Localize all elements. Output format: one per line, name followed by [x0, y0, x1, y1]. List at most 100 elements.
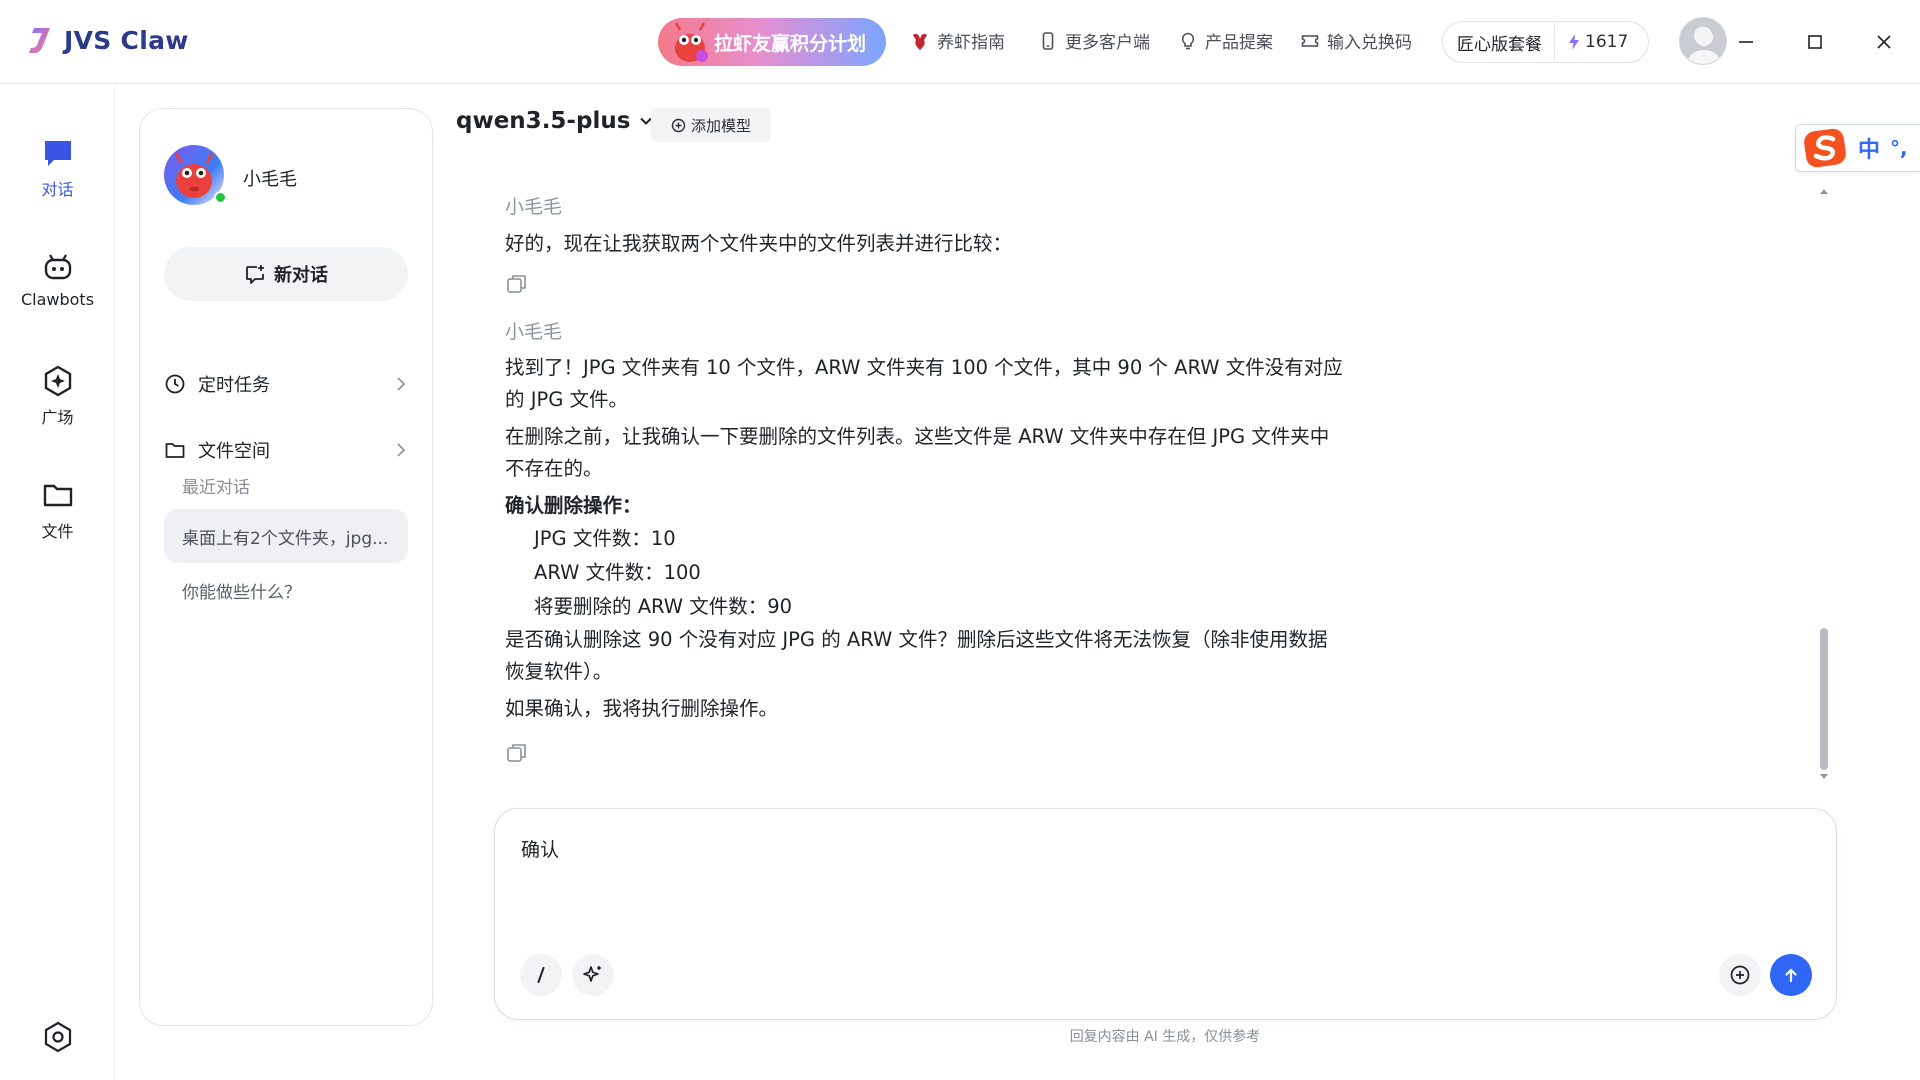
- slash-icon: [537, 967, 545, 983]
- message-sender: 小毛毛: [505, 321, 563, 343]
- minimize-icon: [1739, 41, 1753, 43]
- message-text: 是否确认删除这 90 个没有对应 JPG 的 ARW 文件？删除后这些文件将无法…: [505, 628, 1328, 651]
- maximize-button[interactable]: [1800, 27, 1830, 57]
- copy-icon[interactable]: [505, 741, 529, 765]
- recent-conversation-item[interactable]: 你能做些什么？: [164, 563, 408, 617]
- ime-language-toggle[interactable]: 中: [1858, 132, 1880, 164]
- message-text: 找到了！JPG 文件夹有 10 个文件，ARW 文件夹有 100 个文件，其中 …: [505, 356, 1343, 379]
- rail-item-clawbots[interactable]: Clawbots: [0, 250, 115, 309]
- lightning-icon: [1569, 34, 1579, 50]
- user-avatar-icon: [1688, 28, 1720, 64]
- shrimp-icon: [913, 33, 927, 50]
- message-text: 恢复软件）。: [505, 660, 613, 683]
- close-icon: [1877, 35, 1891, 49]
- add-model-label: 添加模型: [690, 116, 751, 135]
- nav-product-proposal[interactable]: 产品提案: [1178, 28, 1273, 53]
- message-text: 如果确认，我将执行删除操作。: [505, 697, 779, 720]
- nav-label: 产品提案: [1205, 33, 1273, 53]
- folder-icon: [165, 443, 185, 458]
- rail-label: 文件: [41, 522, 74, 541]
- rail-label: 对话: [41, 180, 74, 199]
- ai-disclaimer: 回复内容由 AI 生成，仅供参考: [1069, 1029, 1261, 1045]
- message-text: 好的，现在让我获取两个文件夹中的文件列表并进行比较：: [505, 232, 1013, 255]
- scheduled-tasks-item[interactable]: 定时任务: [164, 369, 408, 399]
- credits-display: 1617: [1555, 32, 1628, 52]
- message-text: 的 JPG 文件。: [505, 388, 629, 411]
- scrollbar-thumb[interactable]: [1820, 628, 1828, 770]
- rail-label: Clawbots: [20, 290, 95, 309]
- minimize-button[interactable]: [1731, 27, 1761, 57]
- nav-label: 养虾指南: [937, 33, 1005, 53]
- conversation-panel: 小毛毛 新对话 定时任务 文件空间 最近对话 桌面上有2个文件夹，jpg... …: [139, 108, 433, 1026]
- slash-command-button[interactable]: [520, 954, 562, 996]
- maximize-icon: [1808, 35, 1822, 49]
- clock-icon: [165, 374, 185, 394]
- left-rail: 对话 Clawbots 广场 文件: [0, 84, 115, 1080]
- rail-item-files[interactable]: 文件: [0, 478, 115, 542]
- online-status-dot: [214, 191, 227, 204]
- promo-button[interactable]: 拉虾友赢积分计划: [658, 18, 886, 66]
- promo-label: 拉虾友赢积分计划: [714, 32, 867, 55]
- message-list-item: ARW 文件数：100: [534, 561, 701, 584]
- message-text: 在删除之前，让我确认一下要删除的文件列表。这些文件是 ARW 文件夹中存在但 J…: [505, 425, 1330, 448]
- mascot-icon: [674, 22, 708, 62]
- new-chat-button[interactable]: 新对话: [164, 247, 408, 301]
- send-button[interactable]: [1770, 954, 1812, 996]
- file-space-item[interactable]: 文件空间: [164, 435, 408, 465]
- title-bar: JVS Claw 拉虾友赢积分计划 养虾指南 更多客户端 产品提案 输入兑换码 …: [0, 0, 1920, 84]
- jvs-logo-icon: [29, 28, 50, 54]
- ime-toolbar[interactable]: 中 °,: [1795, 124, 1920, 172]
- scroll-down-arrow-icon[interactable]: [1819, 773, 1829, 781]
- model-selector[interactable]: qwen3.5-plus: [456, 108, 654, 134]
- rail-item-plaza[interactable]: 广场: [0, 364, 115, 428]
- ticket-icon: [1301, 34, 1319, 47]
- add-circle-icon: [671, 118, 686, 132]
- sparkle-icon: [583, 966, 601, 982]
- rail-item-chat[interactable]: 对话: [0, 136, 115, 200]
- message-input[interactable]: [521, 835, 1801, 915]
- nav-label: 更多客户端: [1065, 33, 1150, 53]
- plan-badge[interactable]: 匠心版套餐 1617: [1442, 21, 1649, 63]
- user-avatar[interactable]: [1679, 17, 1727, 65]
- attach-button[interactable]: [1719, 954, 1761, 996]
- chevron-right-icon: [397, 377, 406, 391]
- nav-redeem-code[interactable]: 输入兑换码: [1300, 28, 1412, 53]
- credits-value: 1617: [1585, 32, 1629, 52]
- message-text: 不存在的。: [505, 457, 603, 480]
- message-sender: 小毛毛: [505, 196, 563, 218]
- app-title: JVS Claw: [64, 25, 189, 55]
- message-body: 好的，现在让我获取两个文件夹中的文件列表并进行比较：: [505, 228, 1395, 260]
- message-heading: 确认删除操作：: [505, 494, 642, 517]
- recent-conversation-item[interactable]: 桌面上有2个文件夹，jpg...: [164, 509, 408, 563]
- message-list-item: JPG 文件数：10: [534, 527, 676, 550]
- nav-label: 输入兑换码: [1327, 33, 1412, 53]
- scroll-up-arrow-icon[interactable]: [1819, 187, 1829, 195]
- magic-enhance-button[interactable]: [572, 954, 614, 996]
- close-button[interactable]: [1869, 27, 1899, 57]
- file-space-label: 文件空间: [198, 441, 270, 462]
- lightbulb-icon: [1181, 32, 1195, 49]
- message-body: 找到了！JPG 文件夹有 10 个文件，ARW 文件夹有 100 个文件，其中 …: [505, 352, 1395, 725]
- add-circle-icon: [1730, 965, 1750, 985]
- chat-icon: [44, 141, 71, 166]
- sogou-logo-icon: [1804, 128, 1846, 168]
- brand: JVS Claw: [24, 24, 189, 56]
- copy-icon[interactable]: [505, 272, 529, 296]
- add-model-button[interactable]: 添加模型: [651, 108, 771, 142]
- new-chat-label: 新对话: [274, 265, 328, 286]
- message-list-item: 将要删除的 ARW 文件数：90: [534, 595, 793, 618]
- mobile-icon: [1042, 31, 1054, 50]
- model-name: qwen3.5-plus: [456, 108, 631, 134]
- arrow-up-icon: [1785, 968, 1797, 983]
- plaza-icon: [44, 365, 71, 397]
- agent-name: 小毛毛: [243, 169, 297, 190]
- plan-name: 匠心版套餐: [1443, 21, 1555, 63]
- rail-label: 广场: [41, 408, 74, 427]
- nav-more-clients[interactable]: 更多客户端: [1038, 28, 1150, 53]
- recent-conversations-heading: 最近对话: [182, 478, 250, 498]
- nav-shrimp-guide[interactable]: 养虾指南: [910, 28, 1005, 53]
- ime-punctuation-toggle[interactable]: °,: [1890, 136, 1908, 160]
- folder-icon: [43, 484, 72, 507]
- bot-icon: [44, 254, 71, 280]
- chevron-right-icon: [397, 443, 406, 457]
